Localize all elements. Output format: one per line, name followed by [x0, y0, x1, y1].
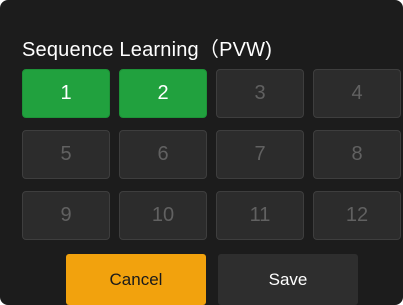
- cancel-button[interactable]: Cancel: [66, 254, 206, 305]
- sequence-cell-4[interactable]: 4: [313, 69, 401, 118]
- sequence-learning-dialog: Sequence Learning（PVW) 1 2 3 4 5 6 7 8 9…: [0, 0, 403, 305]
- sequence-cell-11[interactable]: 11: [216, 191, 304, 240]
- sequence-cell-1[interactable]: 1: [22, 69, 110, 118]
- sequence-cell-10[interactable]: 10: [119, 191, 207, 240]
- sequence-cell-2[interactable]: 2: [119, 69, 207, 118]
- sequence-cell-5[interactable]: 5: [22, 130, 110, 179]
- save-button[interactable]: Save: [218, 254, 358, 305]
- sequence-cell-8[interactable]: 8: [313, 130, 401, 179]
- sequence-cell-3[interactable]: 3: [216, 69, 304, 118]
- sequence-cell-6[interactable]: 6: [119, 130, 207, 179]
- sequence-cell-12[interactable]: 12: [313, 191, 401, 240]
- sequence-cell-7[interactable]: 7: [216, 130, 304, 179]
- dialog-title: Sequence Learning（PVW): [22, 39, 273, 61]
- sequence-grid: 1 2 3 4 5 6 7 8 9 10 11 12: [22, 69, 401, 240]
- sequence-cell-9[interactable]: 9: [22, 191, 110, 240]
